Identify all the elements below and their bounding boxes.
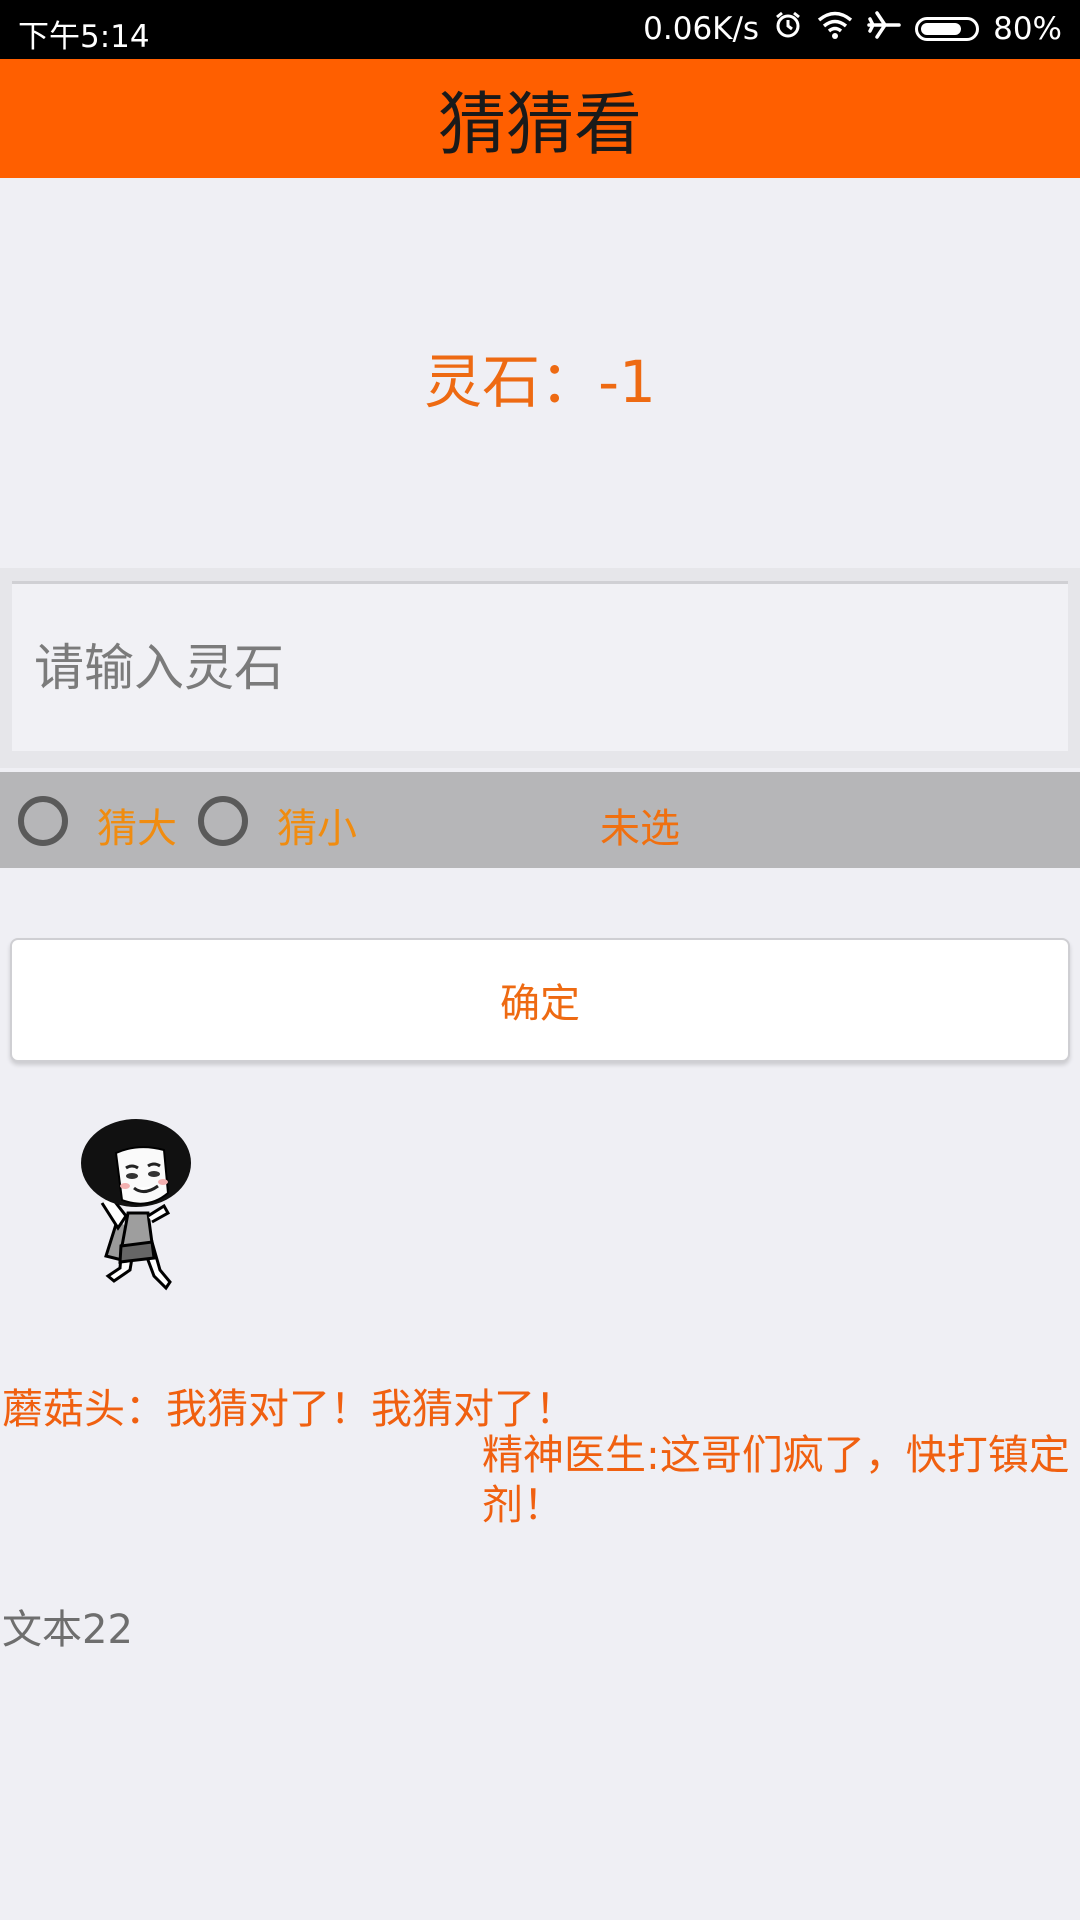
status-time: 下午5:14: [18, 19, 150, 55]
battery-icon: [915, 17, 980, 41]
guess-small-radio[interactable]: [198, 796, 248, 846]
mushroom-head-character-image: [81, 1119, 191, 1291]
dialog-line-doctor: 精神医生:这哥们疯了，快打镇定剂！: [482, 1431, 1070, 1529]
stone-input-box[interactable]: [12, 581, 1068, 751]
confirm-button[interactable]: 确定: [10, 938, 1070, 1062]
stone-balance: 灵石：-1: [424, 348, 656, 416]
selection-status: 未选: [600, 806, 680, 852]
battery-percent: 80%: [993, 11, 1062, 47]
footer-text: 文本22: [2, 1607, 133, 1653]
battery-fill: [921, 23, 962, 35]
network-speed: 0.06K/s: [643, 11, 760, 47]
guess-big-radio[interactable]: [18, 796, 68, 846]
guess-option-bar: 猜大 猜小 未选: [0, 772, 1080, 868]
wifi-icon: [817, 11, 853, 47]
app-bar: 猜猜看: [0, 59, 1080, 178]
confirm-button-label: 确定: [500, 981, 580, 1027]
guess-big-label[interactable]: 猜大: [97, 796, 177, 854]
stone-input[interactable]: [32, 632, 1036, 704]
stone-input-container: [0, 568, 1080, 768]
status-bar: 下午5:14 0.06K/s 80%: [0, 0, 1080, 59]
dialog-line-mushroom-head: 蘑菇头：我猜对了！我猜对了！: [2, 1385, 576, 1433]
status-right-group: 0.06K/s 80%: [643, 9, 1062, 49]
alarm-icon: [773, 10, 803, 48]
airplane-mode-icon: [867, 10, 901, 48]
guess-small-label[interactable]: 猜小: [277, 796, 357, 854]
app-title: 猜猜看: [437, 86, 642, 165]
